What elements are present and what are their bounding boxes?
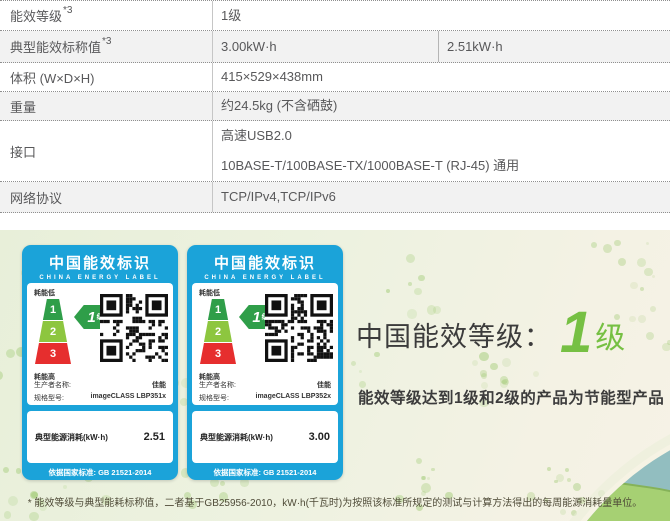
model-value: imageCLASS LBP351x: [91, 393, 166, 403]
grade-number: 1: [252, 309, 260, 326]
product-spec-sheet: 能效等级*31级典型能效标称值*33.00kW·h2.51kW·h体积 (W×D…: [0, 0, 670, 521]
tier-3-segment: 3: [35, 343, 71, 364]
manufacturer-row: 生产者名称: 佳能: [199, 380, 331, 390]
consumption-box: 典型能源消耗(kW·h) 3.00: [192, 411, 338, 463]
low-energy-text: 耗能低: [34, 288, 55, 298]
spec-value-cell: 3.00kW·h: [213, 31, 438, 62]
spec-table: 能效等级*31级典型能效标称值*33.00kW·h2.51kW·h体积 (W×D…: [0, 0, 670, 213]
label-header: 中国能效标识 CHINA ENERGY LABEL: [22, 245, 178, 283]
grade-headline-number: 1: [560, 310, 592, 356]
consumption-label: 典型能源消耗(kW·h): [200, 432, 273, 443]
model-value: imageCLASS LBP352x: [256, 393, 331, 403]
spec-row: 重量约24.5kg (不含硒鼓): [0, 92, 670, 121]
china-energy-label: 中国能效标识 CHINA ENERGY LABEL 耗能低 1 2 3 耗能高 …: [22, 245, 178, 480]
consumption-label: 典型能源消耗(kW·h): [35, 432, 108, 443]
consumption-value: 3.00: [309, 431, 330, 443]
spec-label-cell: 网络协议: [0, 182, 213, 212]
spec-value-cell: 约24.5kg (不含硒鼓): [213, 92, 670, 120]
standard-text: 依据国家标准: GB 21521-2014: [22, 467, 178, 478]
grade-headline-prefix: 中国能效等级：: [356, 323, 552, 357]
model-row: 规格型号: imageCLASS LBP351x: [34, 393, 166, 403]
standard-text: 依据国家标准: GB 21521-2014: [187, 467, 343, 478]
spec-value-cell: 1级: [213, 1, 670, 30]
spec-label-cell: 重量: [0, 92, 213, 120]
spec-label-cell: 体积 (W×D×H): [0, 63, 213, 91]
spec-label-cell: 典型能效标称值*3: [0, 31, 213, 62]
tier-3-segment: 3: [200, 343, 236, 364]
label-header: 中国能效标识 CHINA ENERGY LABEL: [187, 245, 343, 283]
tier-1-segment: 1: [35, 299, 71, 320]
label-subtitle: CHINA ENERGY LABEL: [22, 275, 178, 281]
consumption-value: 2.51: [144, 431, 165, 443]
qr-code-icon: [265, 294, 333, 362]
spec-row: 体积 (W×D×H)415×529×438mm: [0, 63, 670, 92]
spec-label-cell: 接口: [0, 121, 213, 181]
spec-value-cell: 2.51kW·h: [438, 31, 670, 62]
manufacturer-value: 佳能: [152, 380, 166, 390]
spec-row: 典型能效标称值*33.00kW·h2.51kW·h: [0, 31, 670, 63]
model-row: 规格型号: imageCLASS LBP352x: [199, 393, 331, 403]
grade-subline: 能效等级达到1级和2级的产品为节能型产品: [358, 386, 664, 408]
consumption-box: 典型能源消耗(kW·h) 2.51: [27, 411, 173, 463]
spec-value-cell: 415×529×438mm: [213, 63, 670, 91]
manufacturer-value: 佳能: [317, 380, 331, 390]
manufacturer-label: 生产者名称:: [199, 380, 236, 390]
low-energy-text: 耗能低: [199, 288, 220, 298]
tier-2-segment: 2: [35, 321, 71, 342]
grade-headline: 中国能效等级： 1 级: [356, 310, 625, 356]
china-energy-label: 中国能效标识 CHINA ENERGY LABEL 耗能低 1 2 3 耗能高 …: [187, 245, 343, 480]
model-label: 规格型号:: [34, 393, 64, 403]
spec-value-cell: TCP/IPv4,TCP/IPv6: [213, 182, 670, 212]
label-title: 中国能效标识: [187, 245, 343, 273]
energy-efficiency-banner: 中国能效标识 CHINA ENERGY LABEL 耗能低 1 2 3 耗能高 …: [0, 230, 670, 521]
manufacturer-row: 生产者名称: 佳能: [34, 380, 166, 390]
label-body-card: 耗能低 1 2 3 耗能高 1 级 生产者名称: 佳能 规格型号: imageC…: [192, 283, 338, 405]
grade-number: 1: [87, 309, 95, 326]
efficiency-pyramid: 1 2 3: [35, 299, 71, 365]
grade-headline-suffix: 级: [595, 324, 625, 356]
model-label: 规格型号:: [199, 393, 229, 403]
spec-row: 接口高速USB2.0 10BASE-T/100BASE-TX/1000BASE-…: [0, 121, 670, 182]
manufacturer-label: 生产者名称:: [34, 380, 71, 390]
label-subtitle: CHINA ENERGY LABEL: [187, 275, 343, 281]
qr-code-icon: [100, 294, 168, 362]
tier-1-segment: 1: [200, 299, 236, 320]
spec-label-cell: 能效等级*3: [0, 1, 213, 30]
spec-row: 能效等级*31级: [0, 1, 670, 31]
label-body-card: 耗能低 1 2 3 耗能高 1 级 生产者名称: 佳能 规格型号: imageC…: [27, 283, 173, 405]
spec-value-cell: 高速USB2.0 10BASE-T/100BASE-TX/1000BASE-T …: [213, 121, 670, 181]
spec-row: 网络协议TCP/IPv4,TCP/IPv6: [0, 182, 670, 213]
efficiency-pyramid: 1 2 3: [200, 299, 236, 365]
footnote-text: * 能效等级与典型能耗标称值，二者基于GB25956-2010，kW·h(千瓦时…: [0, 494, 670, 509]
tier-2-segment: 2: [200, 321, 236, 342]
label-title: 中国能效标识: [22, 245, 178, 273]
